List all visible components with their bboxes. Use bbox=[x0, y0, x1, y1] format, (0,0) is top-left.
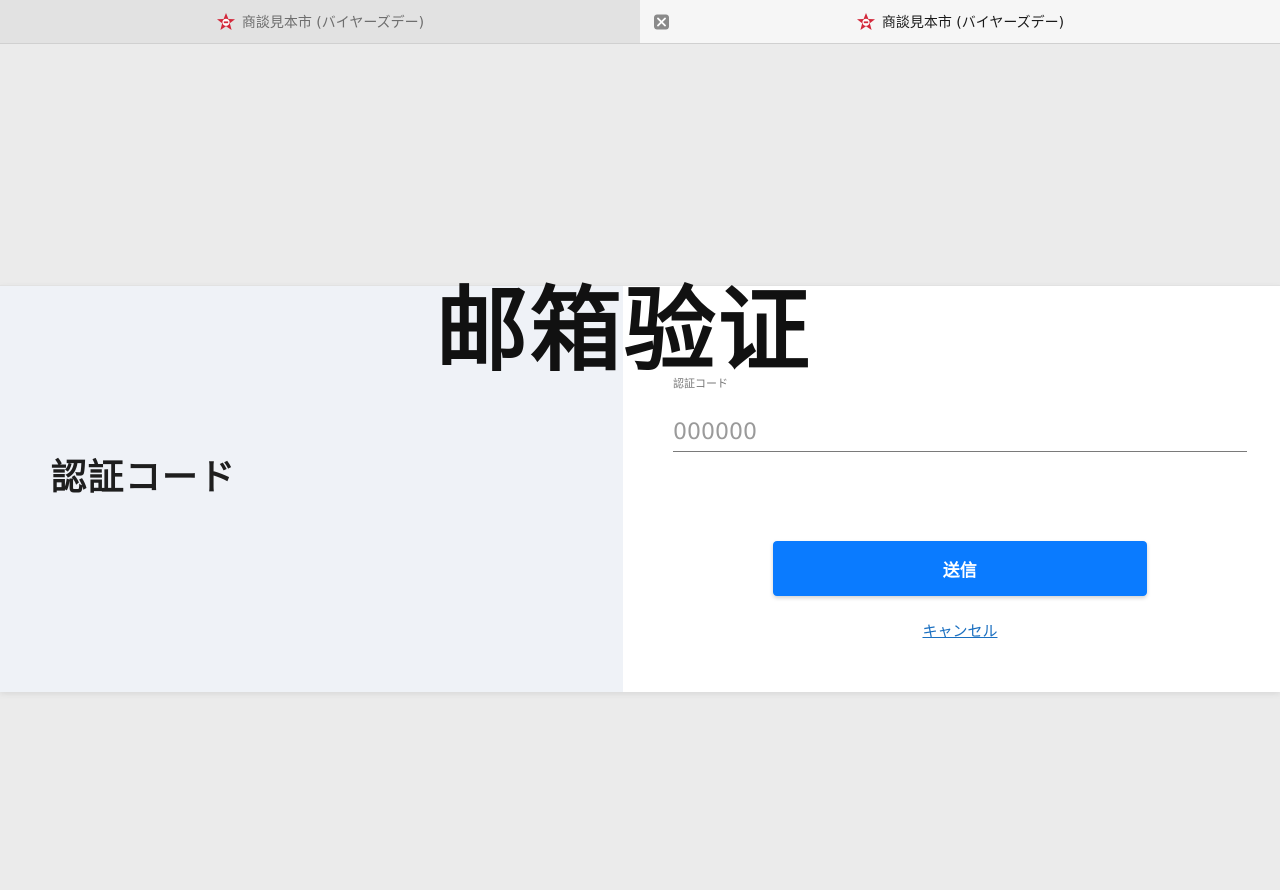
submit-button[interactable]: 送信 bbox=[773, 541, 1147, 596]
star-logo-icon bbox=[856, 12, 876, 32]
panel-left: 認証コード bbox=[0, 286, 623, 692]
tab-2[interactable]: 商談見本市 (バイヤーズデー) bbox=[640, 0, 1280, 43]
close-icon[interactable] bbox=[654, 14, 669, 29]
panel-heading: 認証コード bbox=[51, 457, 237, 498]
verification-code-input[interactable] bbox=[673, 410, 1247, 452]
code-field-label: 認証コード bbox=[673, 377, 728, 390]
panel-right: 認証コード 送信 キャンセル bbox=[623, 286, 1280, 692]
tab-title: 商談見本市 (バイヤーズデー) bbox=[881, 14, 1065, 31]
tab-bar: 商談見本市 (バイヤーズデー) 商談見本市 (バイヤーズデー) bbox=[0, 0, 1280, 44]
tab-1[interactable]: 商談見本市 (バイヤーズデー) bbox=[0, 0, 640, 43]
verification-panel: 認証コード 認証コード 送信 キャンセル bbox=[0, 285, 1280, 692]
tab-title: 商談見本市 (バイヤーズデー) bbox=[241, 14, 425, 31]
star-logo-icon bbox=[216, 12, 236, 32]
cancel-link[interactable]: キャンセル bbox=[773, 620, 1147, 641]
